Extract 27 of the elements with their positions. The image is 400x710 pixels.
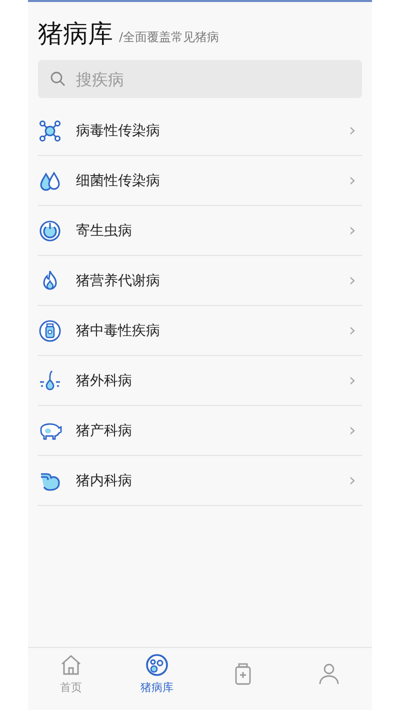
- category-item[interactable]: 猪产科病 ›: [38, 406, 362, 456]
- category-item[interactable]: 细菌性传染病 ›: [38, 156, 362, 206]
- page-subtitle: /全面覆盖常见猪病: [119, 29, 220, 46]
- molecule-icon: [38, 118, 62, 142]
- category-item[interactable]: 病毒性传染病 ›: [38, 106, 362, 156]
- person-icon: [317, 662, 341, 686]
- category-item[interactable]: 猪内科病 ›: [38, 456, 362, 506]
- chevron-icon: ›: [348, 270, 362, 291]
- chevron-icon: ›: [348, 370, 362, 391]
- chevron-icon: ›: [348, 320, 362, 341]
- chevron-icon: ›: [348, 170, 362, 191]
- search-field[interactable]: 搜疾病: [38, 60, 362, 98]
- category-item[interactable]: 猪营养代谢病 ›: [38, 256, 362, 306]
- category-item[interactable]: 猪中毒性疾病 ›: [38, 306, 362, 356]
- chevron-icon: ›: [348, 420, 362, 441]
- chevron-icon: ›: [348, 120, 362, 141]
- chevron-icon: ›: [348, 220, 362, 241]
- tab-item[interactable]: 猪病库: [114, 648, 200, 700]
- hair-follicle-icon: [38, 368, 62, 392]
- bottle-icon: [38, 318, 62, 342]
- cell-icon: [145, 653, 169, 677]
- page-title: 猪病库: [38, 18, 113, 50]
- home-icon: [59, 653, 83, 677]
- category-item[interactable]: 寄生虫病 ›: [38, 206, 362, 256]
- ring-icon: [38, 218, 62, 242]
- chevron-icon: ›: [348, 470, 362, 491]
- category-item[interactable]: 猪外科病 ›: [38, 356, 362, 406]
